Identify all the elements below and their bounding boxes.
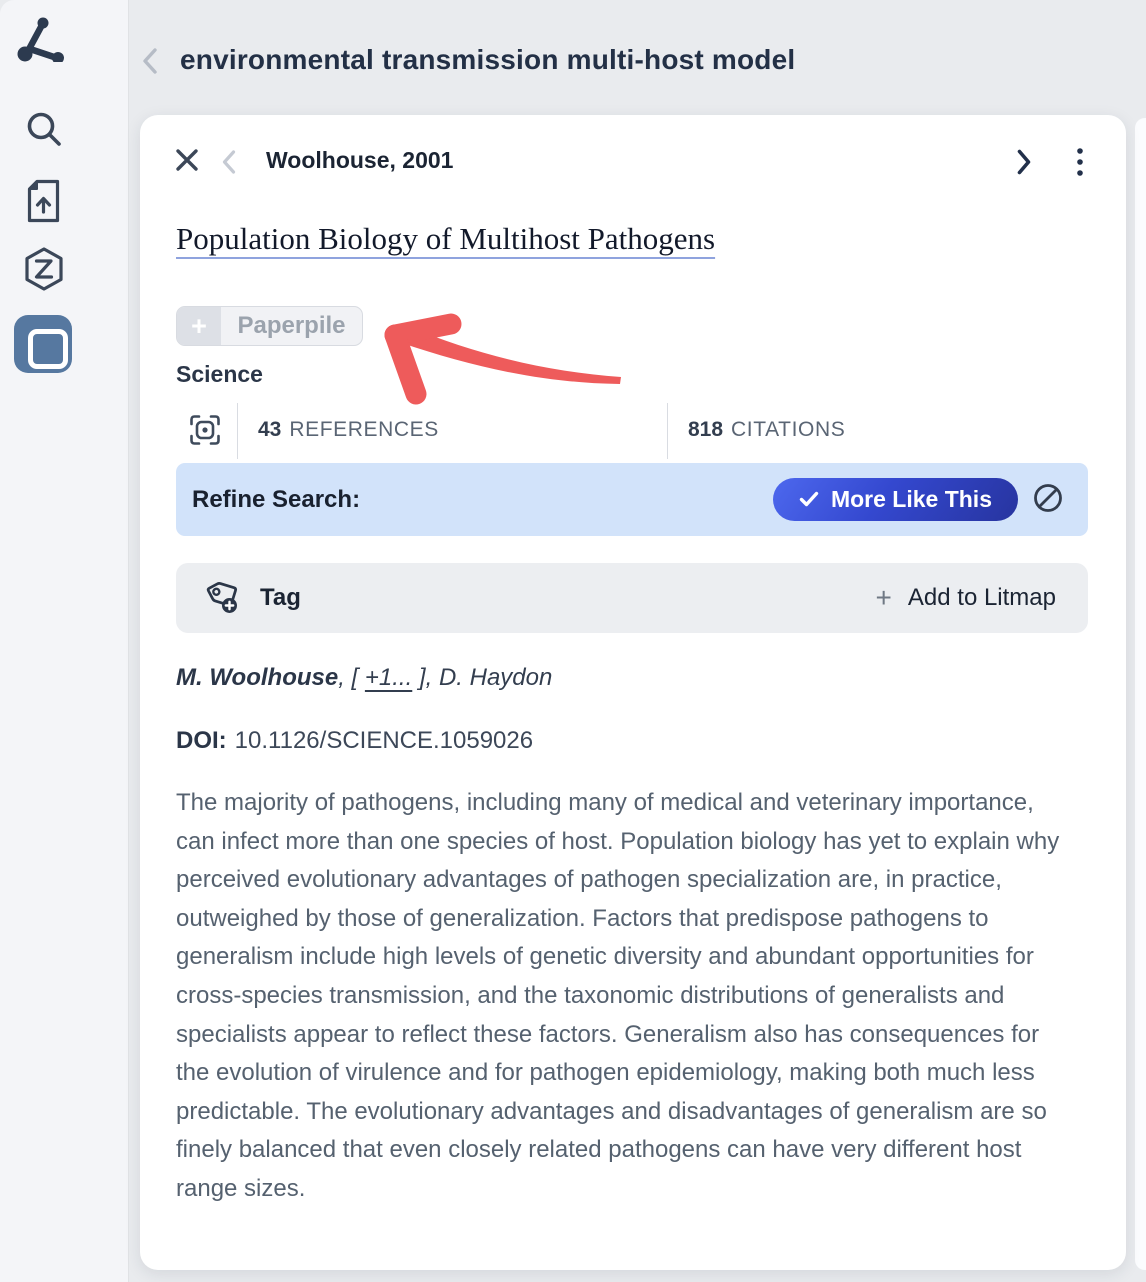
topbar: environmental transmission multi-host mo… xyxy=(128,0,1146,115)
authors-separator: ], xyxy=(412,664,439,691)
block-icon xyxy=(1032,482,1064,517)
paperpile-button[interactable]: + Paperpile xyxy=(176,306,363,346)
kebab-menu-icon xyxy=(1076,165,1084,180)
more-options-button[interactable] xyxy=(1076,147,1084,180)
doi-line: DOI: 10.1126/SCIENCE.1059026 xyxy=(176,727,533,755)
tag-bar: Tag + Add to Litmap xyxy=(176,563,1088,633)
map-panel-icon xyxy=(28,329,68,369)
metrics-row: 43 REFERENCES 818 CITATIONS xyxy=(140,403,1126,461)
journal-name: Science xyxy=(176,361,263,388)
add-to-litmap-button[interactable]: + Add to Litmap xyxy=(876,584,1056,612)
chevron-right-icon xyxy=(1016,164,1032,179)
author-name: D. Haydon xyxy=(439,664,552,691)
refine-search-label: Refine Search: xyxy=(192,486,360,514)
doi-value: 10.1126/SCIENCE.1059026 xyxy=(235,727,533,754)
divider xyxy=(237,403,238,459)
paperpile-button-label: Paperpile xyxy=(221,307,362,345)
citations-label: CITATIONS xyxy=(731,418,845,441)
sidebar xyxy=(0,0,128,1282)
next-paper-button[interactable] xyxy=(1016,148,1032,179)
paper-reference-title: Woolhouse, 2001 xyxy=(266,147,453,174)
divider xyxy=(667,403,668,459)
authors-separator: , [ xyxy=(338,664,365,691)
abstract-text: The majority of pathogens, including man… xyxy=(176,784,1076,1209)
more-authors-link[interactable]: +1... xyxy=(365,664,412,691)
sidebar-item-map-panel-active[interactable] xyxy=(14,315,72,373)
previous-paper-button[interactable] xyxy=(222,149,236,178)
back-chevron-button[interactable] xyxy=(142,47,158,78)
close-button[interactable] xyxy=(174,147,200,176)
search-icon xyxy=(25,136,63,151)
plus-icon: + xyxy=(177,307,221,345)
chevron-left-icon xyxy=(222,163,236,178)
scan-frame-icon xyxy=(188,413,222,452)
card-header: Woolhouse, 2001 xyxy=(140,145,1126,179)
references-metric[interactable]: 43 REFERENCES xyxy=(258,418,439,442)
sidebar-item-zotero[interactable] xyxy=(22,246,66,297)
plus-icon: + xyxy=(876,584,892,612)
litmaps-logo-icon xyxy=(17,50,65,65)
background-panel-edge xyxy=(1135,118,1146,1270)
references-label: REFERENCES xyxy=(289,418,439,441)
exclude-button[interactable] xyxy=(1032,482,1064,517)
checkmark-icon xyxy=(799,486,819,513)
zotero-icon xyxy=(22,282,66,297)
add-to-litmap-label: Add to Litmap xyxy=(908,584,1056,612)
close-icon xyxy=(174,161,200,176)
chevron-left-icon xyxy=(142,63,158,78)
doi-label: DOI: xyxy=(176,727,227,754)
tag-add-icon xyxy=(204,577,244,620)
sidebar-item-upload[interactable] xyxy=(25,178,63,227)
upload-document-icon xyxy=(25,212,63,227)
more-like-this-button[interactable]: More Like This xyxy=(773,478,1018,521)
refine-search-bar: Refine Search: More Like This xyxy=(176,463,1088,536)
tag-label: Tag xyxy=(260,584,301,612)
citations-metric[interactable]: 818 CITATIONS xyxy=(688,418,845,442)
sidebar-item-search[interactable] xyxy=(25,110,63,151)
litmaps-extension-window: environmental transmission multi-host mo… xyxy=(0,0,1146,1282)
citations-count: 818 xyxy=(688,418,723,441)
paper-detail-card: Woolhouse, 2001 Population Bio xyxy=(140,115,1126,1270)
authors-line: M. Woolhouse, [ +1... ], D. Haydon xyxy=(176,664,552,692)
page-title: environmental transmission multi-host mo… xyxy=(180,44,795,76)
sidebar-item-home[interactable] xyxy=(17,16,65,65)
tag-button[interactable]: Tag xyxy=(204,577,301,620)
author-name: M. Woolhouse xyxy=(176,664,338,691)
more-like-this-label: More Like This xyxy=(831,486,992,513)
references-count: 43 xyxy=(258,418,281,441)
paper-title-link[interactable]: Population Biology of Multihost Pathogen… xyxy=(176,221,715,257)
